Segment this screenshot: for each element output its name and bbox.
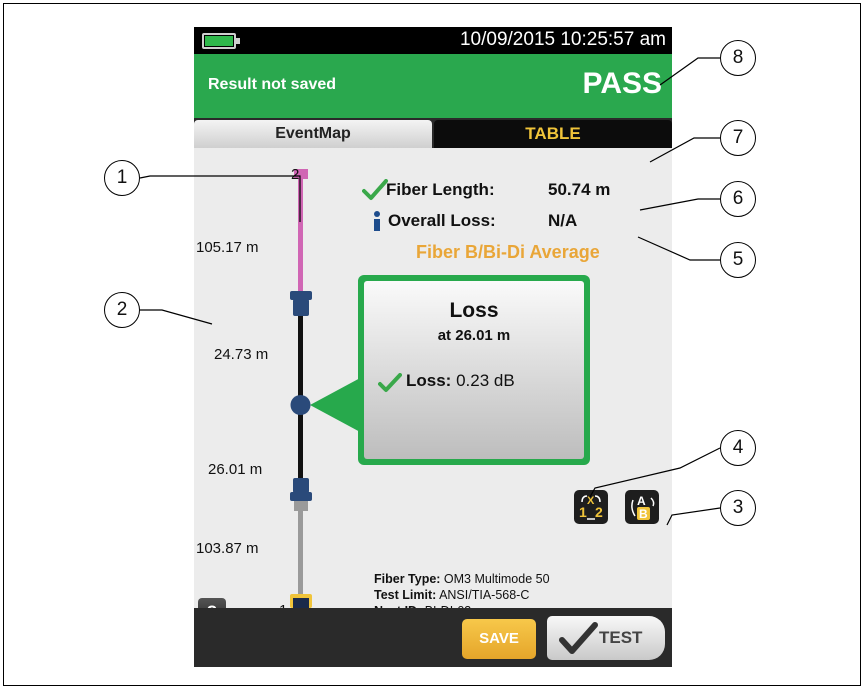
callout-6: 6 — [720, 181, 756, 217]
callout-2: 2 — [104, 292, 140, 328]
callout-4: 4 — [720, 430, 756, 466]
callout-8: 8 — [720, 40, 756, 76]
callout-3: 3 — [720, 490, 756, 526]
callout-7: 7 — [720, 120, 756, 156]
callout-5: 5 — [720, 242, 756, 278]
callout-1: 1 — [104, 160, 140, 196]
callout-leader-lines — [139, 57, 721, 526]
